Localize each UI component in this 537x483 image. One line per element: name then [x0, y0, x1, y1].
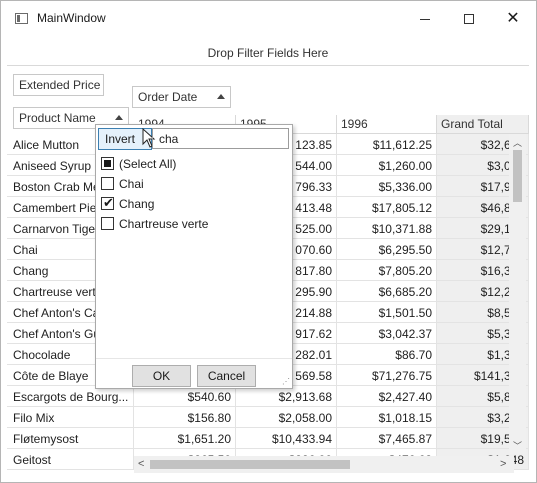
close-icon: ✕	[506, 10, 520, 27]
maximize-button[interactable]	[447, 1, 491, 37]
horizontal-scrollbar[interactable]: < >	[134, 456, 514, 473]
value-cell-1995[interactable]: $2,058.00	[236, 407, 337, 428]
value-cell-1996[interactable]: $6,685.20	[337, 281, 437, 302]
minimize-button[interactable]	[403, 1, 447, 37]
value-cell-1996[interactable]: $1,501.50	[337, 302, 437, 323]
filter-item-label: (Select All)	[119, 157, 177, 171]
value-cell-1995[interactable]: $2,913.68	[236, 386, 337, 407]
filter-popup: Invert cha (Select All) Chai ✔ Chang Cha…	[95, 124, 293, 389]
checkmark-icon: ✔	[103, 195, 114, 210]
column-header-grand-total[interactable]: Grand Total	[437, 115, 529, 134]
close-button[interactable]: ✕	[491, 1, 535, 37]
ok-button[interactable]: OK	[132, 365, 191, 387]
vertical-scroll-thumb[interactable]	[513, 150, 522, 202]
select-all-checkbox[interactable]	[101, 157, 114, 170]
value-cell-1996[interactable]: $3,042.37	[337, 323, 437, 344]
chai-checkbox[interactable]	[101, 177, 114, 190]
cancel-button[interactable]: Cancel	[197, 365, 256, 387]
minimize-icon	[420, 19, 430, 20]
table-row: Filo Mix $156.80 $2,058.00 $1,018.15 $3,232	[7, 407, 529, 428]
vertical-scrollbar[interactable]: ︿ ﹀	[509, 134, 526, 454]
row-header-cell[interactable]: Filo Mix	[7, 407, 134, 428]
title-bar: MainWindow ✕	[1, 1, 536, 37]
filter-drop-area[interactable]: Drop Filter Fields Here	[7, 38, 529, 66]
column-field-label: Order Date	[138, 90, 198, 104]
filter-item-label: Chai	[119, 177, 144, 191]
value-cell-1996[interactable]: $1,260.00	[337, 155, 437, 176]
table-row: Fløtemysost $1,651.20 $10,433.94 $7,465.87 $…	[7, 428, 529, 449]
filter-item-label: Chang	[119, 197, 155, 211]
value-cell-1996[interactable]: $86.70	[337, 344, 437, 365]
row-header-cell[interactable]: Fløtemysost	[7, 428, 134, 449]
scroll-down-icon[interactable]: ﹀	[513, 439, 522, 452]
window-app-icon	[15, 13, 28, 24]
main-window: MainWindow ✕ Drop Filter Fields Here Ext…	[0, 0, 537, 483]
horizontal-scroll-thumb[interactable]	[150, 460, 350, 469]
resize-grip-icon[interactable]: ⋰	[282, 377, 290, 386]
value-cell-1996[interactable]: $2,427.40	[337, 386, 437, 407]
value-cell-1994[interactable]: $540.60	[134, 386, 236, 407]
scroll-left-icon[interactable]: <	[138, 458, 144, 470]
filter-search-input[interactable]: cha	[152, 128, 289, 149]
maximize-icon	[464, 14, 474, 24]
sort-arrow-icon	[217, 94, 225, 99]
value-cell-1996[interactable]: $71,276.75	[337, 365, 437, 386]
column-header-1996[interactable]: 1996	[337, 115, 437, 134]
value-cell-1996[interactable]: $6,295.50	[337, 239, 437, 260]
value-cell-1995[interactable]: $10,433.94	[236, 428, 337, 449]
data-field-extended-price[interactable]: Extended Price	[13, 74, 104, 96]
filter-drop-placeholder: Drop Filter Fields Here	[207, 46, 329, 60]
value-cell-1994[interactable]: $156.80	[134, 407, 236, 428]
popup-divider	[96, 358, 292, 359]
row-header-cell[interactable]: Geitost	[7, 449, 134, 470]
value-cell-1996[interactable]: $7,465.87	[337, 428, 437, 449]
table-row: Escargots de Bourg... $540.60 $2,913.68 $2,…	[7, 386, 529, 407]
column-field-order-date[interactable]: Order Date	[132, 86, 231, 108]
chang-checkbox[interactable]: ✔	[101, 195, 114, 210]
window-title: MainWindow	[37, 11, 106, 25]
filter-item-label: Chartreuse verte	[119, 217, 209, 231]
value-cell-1996[interactable]: $11,612.25	[337, 134, 437, 155]
value-cell-1996[interactable]: $5,336.00	[337, 176, 437, 197]
value-cell-1996[interactable]: $7,805.20	[337, 260, 437, 281]
value-cell-1996[interactable]: $10,371.88	[337, 218, 437, 239]
value-cell-1996[interactable]: $1,018.15	[337, 407, 437, 428]
scroll-up-icon[interactable]: ︿	[513, 136, 522, 149]
value-cell-1996[interactable]: $17,805.12	[337, 197, 437, 218]
row-header-cell[interactable]: Escargots de Bourg...	[7, 386, 134, 407]
scroll-right-icon[interactable]: >	[500, 458, 506, 470]
value-cell-1994[interactable]: $1,651.20	[134, 428, 236, 449]
chartreuse-verte-checkbox[interactable]	[101, 217, 114, 230]
